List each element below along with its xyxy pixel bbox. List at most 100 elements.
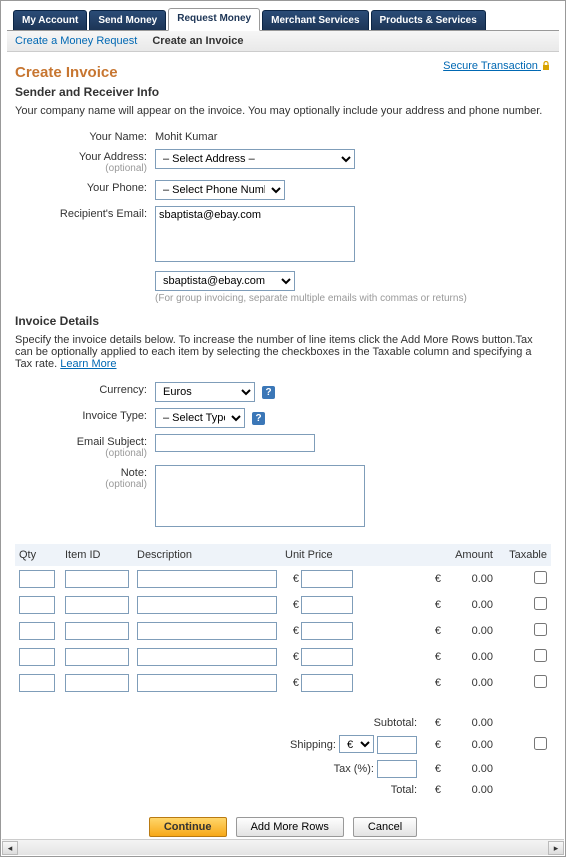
amount-value: 0.00	[441, 677, 501, 689]
horizontal-scrollbar[interactable]: ◂ ▸	[2, 839, 564, 855]
amount-currency: €	[365, 651, 441, 663]
description-input[interactable]	[137, 648, 277, 666]
item-id-input[interactable]	[65, 570, 129, 588]
recipient-email-select[interactable]: sbaptista@ebay.com	[155, 271, 295, 291]
phone-select[interactable]: – Select Phone Number –	[155, 180, 285, 200]
description-input[interactable]	[137, 596, 277, 614]
amount-value: 0.00	[441, 573, 501, 585]
invoice-type-label: Invoice Type:	[15, 408, 155, 428]
tab-request-money[interactable]: Request Money	[168, 8, 260, 31]
shipping-value: 0.00	[441, 739, 501, 751]
scroll-right-arrow-icon[interactable]: ▸	[548, 841, 564, 855]
subtotal-currency: €	[423, 717, 441, 729]
subtab-create-invoice[interactable]: Create an Invoice	[152, 35, 243, 47]
continue-button[interactable]: Continue	[149, 817, 227, 837]
button-row: Continue Add More Rows Cancel	[15, 817, 551, 837]
qty-input[interactable]	[19, 622, 55, 640]
email-subject-input[interactable]	[155, 434, 315, 452]
currency-select[interactable]: Euros	[155, 382, 255, 402]
address-select[interactable]: – Select Address –	[155, 149, 355, 169]
unit-currency: €	[285, 599, 299, 611]
amount-currency: €	[365, 677, 441, 689]
amount-currency: €	[365, 599, 441, 611]
description-input[interactable]	[137, 570, 277, 588]
main-tabs: My Account Send Money Request Money Merc…	[7, 7, 559, 31]
shipping-currency-select[interactable]: €	[339, 735, 374, 753]
description-input[interactable]	[137, 622, 277, 640]
header-taxable: Taxable	[501, 549, 547, 561]
item-id-input[interactable]	[65, 674, 129, 692]
sender-section-title: Sender and Receiver Info	[15, 85, 551, 99]
table-header: Qty Item ID Description Unit Price Amoun…	[15, 544, 551, 566]
unit-currency: €	[285, 573, 299, 585]
table-row: €€0.00	[15, 670, 551, 696]
unit-price-input[interactable]	[301, 596, 353, 614]
recipient-email-textarea[interactable]	[155, 206, 355, 262]
details-hint: Specify the invoice details below. To in…	[15, 334, 551, 370]
tax-label: Tax (%):	[19, 760, 423, 778]
note-textarea[interactable]	[155, 465, 365, 527]
tab-products-services[interactable]: Products & Services	[371, 10, 486, 30]
sub-tabs: Create a Money Request Create an Invoice	[7, 31, 559, 52]
header-item-id: Item ID	[65, 549, 137, 561]
item-id-input[interactable]	[65, 648, 129, 666]
invoice-type-select[interactable]: – Select Type –	[155, 408, 245, 428]
add-more-rows-button[interactable]: Add More Rows	[236, 817, 344, 837]
details-section-title: Invoice Details	[15, 314, 551, 328]
taxable-checkbox[interactable]	[534, 597, 547, 610]
cancel-button[interactable]: Cancel	[353, 817, 417, 837]
your-name-value: Mohit Kumar	[155, 129, 551, 143]
tab-merchant-services[interactable]: Merchant Services	[262, 10, 368, 30]
shipping-amount-input[interactable]	[377, 736, 417, 754]
tax-value: 0.00	[441, 763, 501, 775]
header-unit-price: Unit Price	[285, 549, 365, 561]
header-qty: Qty	[19, 549, 65, 561]
description-input[interactable]	[137, 674, 277, 692]
shipping-currency: €	[423, 739, 441, 751]
your-name-label: Your Name:	[15, 129, 155, 143]
unit-price-input[interactable]	[301, 674, 353, 692]
secure-transaction-link[interactable]: Secure Transaction	[443, 60, 551, 72]
table-row: € €0.00	[15, 644, 551, 670]
item-id-input[interactable]	[65, 622, 129, 640]
qty-input[interactable]	[19, 570, 55, 588]
group-invoicing-hint: (For group invoicing, separate multiple …	[155, 293, 551, 304]
taxable-checkbox[interactable]	[534, 675, 547, 688]
tax-percent-input[interactable]	[377, 760, 417, 778]
shipping-taxable-checkbox[interactable]	[534, 737, 547, 750]
amount-value: 0.00	[441, 651, 501, 663]
learn-more-link[interactable]: Learn More	[60, 358, 116, 370]
subtotal-value: 0.00	[441, 717, 501, 729]
qty-input[interactable]	[19, 596, 55, 614]
scroll-left-arrow-icon[interactable]: ◂	[2, 841, 18, 855]
subtotal-label: Subtotal:	[19, 717, 423, 729]
currency-label: Currency:	[15, 382, 155, 402]
unit-price-input[interactable]	[301, 570, 353, 588]
scroll-track[interactable]	[18, 841, 548, 855]
taxable-checkbox[interactable]	[534, 571, 547, 584]
your-phone-label: Your Phone:	[15, 180, 155, 200]
tab-send-money[interactable]: Send Money	[89, 10, 166, 30]
tab-my-account[interactable]: My Account	[13, 10, 87, 30]
item-id-input[interactable]	[65, 596, 129, 614]
unit-currency: €	[285, 625, 299, 637]
total-label: Total:	[19, 784, 423, 796]
qty-input[interactable]	[19, 674, 55, 692]
header-description: Description	[137, 549, 285, 561]
unit-price-input[interactable]	[301, 622, 353, 640]
taxable-checkbox[interactable]	[534, 623, 547, 636]
sender-hint: Your company name will appear on the inv…	[15, 105, 551, 117]
unit-currency: €	[285, 651, 299, 663]
help-icon[interactable]: ?	[252, 412, 265, 425]
taxable-checkbox[interactable]	[534, 649, 547, 662]
email-subject-label: Email Subject: (optional)	[15, 434, 155, 459]
subtab-create-money-request[interactable]: Create a Money Request	[15, 35, 137, 47]
header-amount: Amount	[365, 549, 501, 561]
help-icon[interactable]: ?	[262, 386, 275, 399]
tax-currency: €	[423, 763, 441, 775]
amount-currency: €	[365, 625, 441, 637]
unit-price-input[interactable]	[301, 648, 353, 666]
table-row: €€0.00	[15, 566, 551, 592]
qty-input[interactable]	[19, 648, 55, 666]
note-label: Note: (optional)	[15, 465, 155, 530]
